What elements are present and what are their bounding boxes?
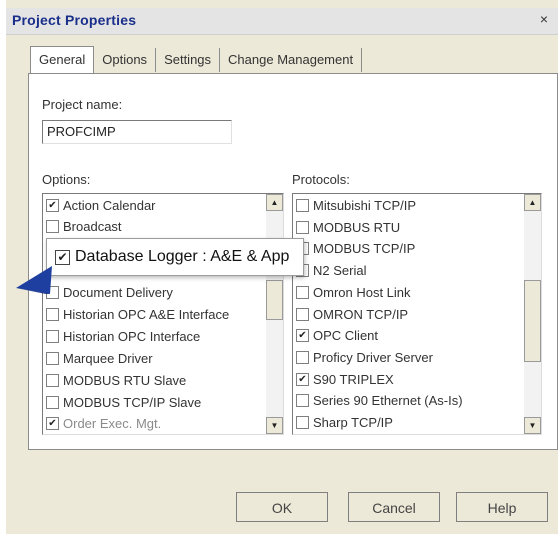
protocols-scrollbar[interactable]: ▲ ▼ [524,194,541,434]
checkbox-icon[interactable] [296,394,309,408]
checkbox-checked-icon[interactable]: ✔ [46,417,59,430]
list-item[interactable]: ✔ S90 TRIPLEX [296,369,394,390]
checkbox-icon[interactable] [46,352,59,365]
list-item-label: Omron Host Link [313,284,411,300]
list-item-label: Historian OPC A&E Interface [63,307,230,322]
help-button[interactable]: Help [456,492,548,522]
list-item[interactable]: OMRON TCP/IP [296,304,408,325]
list-item-label: MODBUS RTU Slave [63,373,187,388]
protocols-label: Protocols: [292,172,350,187]
checkbox-icon[interactable] [46,330,59,343]
checkbox-checked-icon[interactable]: ✔ [296,372,309,386]
tab-settings[interactable]: Settings [156,48,221,72]
list-item[interactable]: ✔ Action Calendar [46,195,156,216]
list-item[interactable]: MODBUS RTU Slave [46,370,186,391]
list-item-label: MODBUS TCP/IP Slave [63,395,202,410]
list-item-label: OPC Client [313,328,379,344]
checkbox-icon[interactable] [296,350,309,364]
pointer-arrow-icon [16,266,52,294]
checkbox-icon[interactable] [296,307,309,321]
list-item-label: Series 90 Ethernet (As-Is) [313,393,463,409]
list-item[interactable]: Sharp TCP/IP [296,412,393,433]
scroll-down-icon[interactable]: ▼ [266,417,283,434]
checkbox-icon[interactable] [46,308,59,321]
list-item-label: OMRON TCP/IP [313,306,409,322]
list-item-label: Document Delivery [63,285,173,300]
tab-general[interactable]: General [30,46,95,73]
scroll-down-icon[interactable]: ▼ [524,417,541,434]
close-icon[interactable]: × [536,11,552,27]
list-item-label: Broadcast [63,219,122,234]
checkbox-checked-icon[interactable]: ✔ [55,249,70,265]
list-item[interactable]: ✔ OPC Client [296,325,378,346]
project-name-input[interactable] [42,120,232,144]
list-item-label: Order Exec. Mgt. [63,416,162,431]
checkbox-icon[interactable] [46,220,59,233]
options-label: Options: [42,172,91,187]
list-item[interactable]: MODBUS TCP/IP Slave [46,392,201,413]
checkbox-checked-icon[interactable]: ✔ [296,329,309,343]
list-item[interactable]: Document Delivery [46,282,173,303]
checkbox-icon[interactable] [46,374,59,387]
list-item[interactable]: Broadcast [46,216,122,237]
scroll-up-icon[interactable]: ▲ [266,194,283,211]
window-title: Project Properties [12,12,137,28]
list-item[interactable]: Historian OPC A&E Interface [46,304,229,325]
magnified-item-callout[interactable]: ✔ Database Logger : A&E & App [46,238,304,276]
list-item[interactable]: N2 Serial [296,260,366,281]
checkbox-icon[interactable] [46,396,59,409]
project-properties-dialog: Project Properties × General Options Set… [6,0,558,534]
tab-options[interactable]: Options [94,48,157,72]
list-item[interactable]: Mitsubishi TCP/IP [296,195,416,216]
list-item-label: MODBUS RTU [313,219,401,235]
checkbox-icon[interactable] [296,199,309,212]
scroll-thumb[interactable] [524,280,541,362]
list-item-label: Sharp TCP/IP [313,415,393,430]
title-bar: Project Properties × [6,8,558,35]
checkbox-icon[interactable] [296,416,309,429]
checkbox-icon[interactable] [296,285,309,299]
tab-strip: General Options Settings Change Manageme… [30,46,363,74]
list-item[interactable]: Series 90 Ethernet (As-Is) [296,390,463,411]
tab-change-management[interactable]: Change Management [220,48,363,72]
callout-label: Database Logger : A&E & App [75,248,290,265]
checkbox-checked-icon[interactable]: ✔ [46,199,59,212]
list-item-label: Historian OPC Interface [63,329,201,344]
list-item[interactable]: Proficy Driver Server [296,347,433,368]
checkbox-icon[interactable] [296,220,309,234]
protocols-listbox[interactable]: Sharp TCP/IP Series 90 Ethernet (As-Is) ✔ S… [292,193,542,435]
list-item-label: N2 Serial [313,263,367,279]
list-item-label: Mitsubishi TCP/IP [313,198,417,213]
list-item[interactable]: MODBUS TCP/IP [296,238,415,259]
project-name-label: Project name: [42,97,123,112]
list-item[interactable]: ✔ Order Exec. Mgt. [46,413,161,434]
options-listbox[interactable]: ✔ Order Exec. Mgt. MODBUS TCP/IP Slave MODB… [42,193,284,435]
list-item[interactable]: Omron Host Link [296,282,411,303]
list-item[interactable]: MODBUS RTU [296,217,400,238]
list-item[interactable]: Marquee Driver [46,348,153,369]
list-item-label: MODBUS TCP/IP [313,241,416,257]
ok-button[interactable]: OK [236,492,328,522]
list-item-label: Proficy Driver Server [313,349,433,365]
list-item-label: Marquee Driver [63,351,153,366]
list-item[interactable]: Historian OPC Interface [46,326,200,347]
cancel-button[interactable]: Cancel [348,492,440,522]
list-item-label: S90 TRIPLEX [313,371,394,387]
list-item-label: Action Calendar [63,198,156,213]
options-scrollbar[interactable]: ▲ ▼ [266,194,283,434]
scroll-up-icon[interactable]: ▲ [524,194,541,211]
scroll-thumb[interactable] [266,280,283,320]
